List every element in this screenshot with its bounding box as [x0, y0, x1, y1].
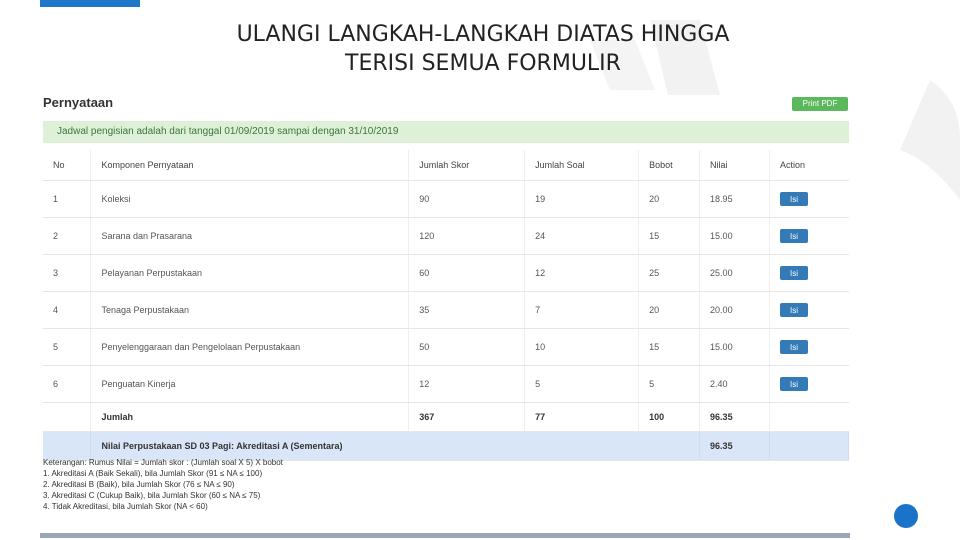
total-nilai: 96.35	[699, 402, 770, 432]
cell-bobot: 5	[638, 365, 701, 403]
cell-action: Isi	[769, 180, 849, 218]
cell-nilai: 18.95	[699, 180, 770, 218]
header-no: No	[43, 150, 92, 181]
header-jumlah-skor: Jumlah Skor	[408, 150, 526, 181]
isi-button[interactable]: Isi	[780, 192, 808, 206]
cell-no: 1	[43, 180, 92, 218]
cell-komponen: Pelayanan Perpustakaan	[90, 254, 410, 292]
note-line: 3. Akreditasi C (Cukup Baik), bila Jumla…	[43, 491, 261, 500]
table-row: 3 Pelayanan Perpustakaan 60 12 25 25.00 …	[43, 254, 849, 292]
total-bobot: 100	[638, 402, 701, 432]
cell-action: Isi	[769, 291, 849, 329]
schedule-alert: Jadwal pengisian adalah dari tanggal 01/…	[43, 121, 849, 143]
cell-action: Isi	[769, 217, 849, 255]
note-line: Keterangan: Rumus Nilai = Jumlah skor : …	[43, 458, 283, 467]
cell-soal: 5	[524, 365, 640, 403]
cell-action: Isi	[769, 365, 849, 403]
cell-soal: 24	[524, 217, 640, 255]
note-line: 1. Akreditasi A (Baik Sekali), bila Juml…	[43, 469, 263, 478]
cell-komponen: Koleksi	[90, 180, 410, 218]
cell-bobot: 15	[638, 328, 701, 366]
cell-no: 5	[43, 328, 92, 366]
cell-soal: 10	[524, 328, 640, 366]
cell-no: 4	[43, 291, 92, 329]
header-action: Action	[769, 150, 849, 181]
total-action-empty	[769, 402, 849, 432]
cell-no: 6	[43, 365, 92, 403]
cell-skor: 90	[408, 180, 526, 218]
cell-action: Isi	[769, 328, 849, 366]
total-empty-cell	[43, 402, 92, 432]
table-row: 2 Sarana dan Prasarana 120 24 15 15.00 I…	[43, 217, 849, 255]
isi-button[interactable]: Isi	[780, 303, 808, 317]
cell-action: Isi	[769, 254, 849, 292]
isi-button[interactable]: Isi	[780, 377, 808, 391]
isi-button[interactable]: Isi	[780, 340, 808, 354]
cell-soal: 7	[524, 291, 640, 329]
cell-soal: 12	[524, 254, 640, 292]
table-row: 1 Koleksi 90 19 20 18.95 Isi	[43, 180, 849, 218]
cell-komponen: Sarana dan Prasarana	[90, 217, 410, 255]
note-line: 2. Akreditasi B (Baik), bila Jumlah Skor…	[43, 480, 235, 489]
table-row: 6 Penguatan Kinerja 12 5 5 2.40 Isi	[43, 365, 849, 403]
table-header-row: No Komponen Pernyataan Jumlah Skor Jumla…	[43, 150, 849, 181]
cell-soal: 19	[524, 180, 640, 218]
cell-skor: 50	[408, 328, 526, 366]
cell-nilai: 20.00	[699, 291, 770, 329]
cell-no: 2	[43, 217, 92, 255]
isi-button[interactable]: Isi	[780, 266, 808, 280]
cell-nilai: 2.40	[699, 365, 770, 403]
cell-komponen: Tenaga Perpustakaan	[90, 291, 410, 329]
screenshot-bottom-strip	[40, 533, 850, 538]
header-nilai: Nilai	[699, 150, 770, 181]
cell-nilai: 15.00	[699, 328, 770, 366]
cell-skor: 35	[408, 291, 526, 329]
cell-bobot: 25	[638, 254, 701, 292]
cell-skor: 12	[408, 365, 526, 403]
cell-bobot: 20	[638, 180, 701, 218]
cell-bobot: 20	[638, 291, 701, 329]
cell-skor: 60	[408, 254, 526, 292]
table-row: 4 Tenaga Perpustakaan 35 7 20 20.00 Isi	[43, 291, 849, 329]
print-pdf-button[interactable]: Print PDF	[792, 97, 848, 111]
slide-title: ULANGI LANGKAH-LANGKAH DIATAS HINGGA TER…	[0, 20, 960, 78]
header-komponen: Komponen Pernyataan	[90, 150, 410, 181]
cell-komponen: Penyelenggaraan dan Pengelolaan Perpusta…	[90, 328, 410, 366]
isi-button[interactable]: Isi	[780, 229, 808, 243]
header-jumlah-soal: Jumlah Soal	[524, 150, 640, 181]
cell-skor: 120	[408, 217, 526, 255]
total-label: Jumlah	[90, 402, 410, 432]
total-row: Jumlah 367 77 100 96.35	[43, 402, 849, 432]
form-screenshot: Pernyataan Print PDF Jadwal pengisian ad…	[40, 88, 850, 540]
slide-title-line-1: ULANGI LANGKAH-LANGKAH DIATAS HINGGA	[236, 22, 730, 47]
notes: Keterangan: Rumus Nilai = Jumlah skor : …	[43, 457, 283, 512]
cell-no: 3	[43, 254, 92, 292]
total-soal: 77	[524, 402, 640, 432]
slide-circle-icon	[894, 504, 918, 528]
cell-nilai: 25.00	[699, 254, 770, 292]
table-row: 5 Penyelenggaraan dan Pengelolaan Perpus…	[43, 328, 849, 366]
total-skor: 367	[408, 402, 526, 432]
result-nilai: 96.35	[699, 431, 770, 461]
note-line: 4. Tidak Akreditasi, bila Jumlah Skor (N…	[43, 502, 208, 511]
cell-bobot: 15	[638, 217, 701, 255]
cell-nilai: 15.00	[699, 217, 770, 255]
result-action-empty	[769, 431, 849, 461]
panel-title: Pernyataan	[43, 95, 114, 110]
slide-title-line-2: TERISI SEMUA FORMULIR	[345, 51, 621, 76]
header-bobot: Bobot	[638, 150, 701, 181]
top-accent-bar	[40, 0, 140, 7]
cell-komponen: Penguatan Kinerja	[90, 365, 410, 403]
statement-table: No Komponen Pernyataan Jumlah Skor Jumla…	[43, 150, 849, 461]
